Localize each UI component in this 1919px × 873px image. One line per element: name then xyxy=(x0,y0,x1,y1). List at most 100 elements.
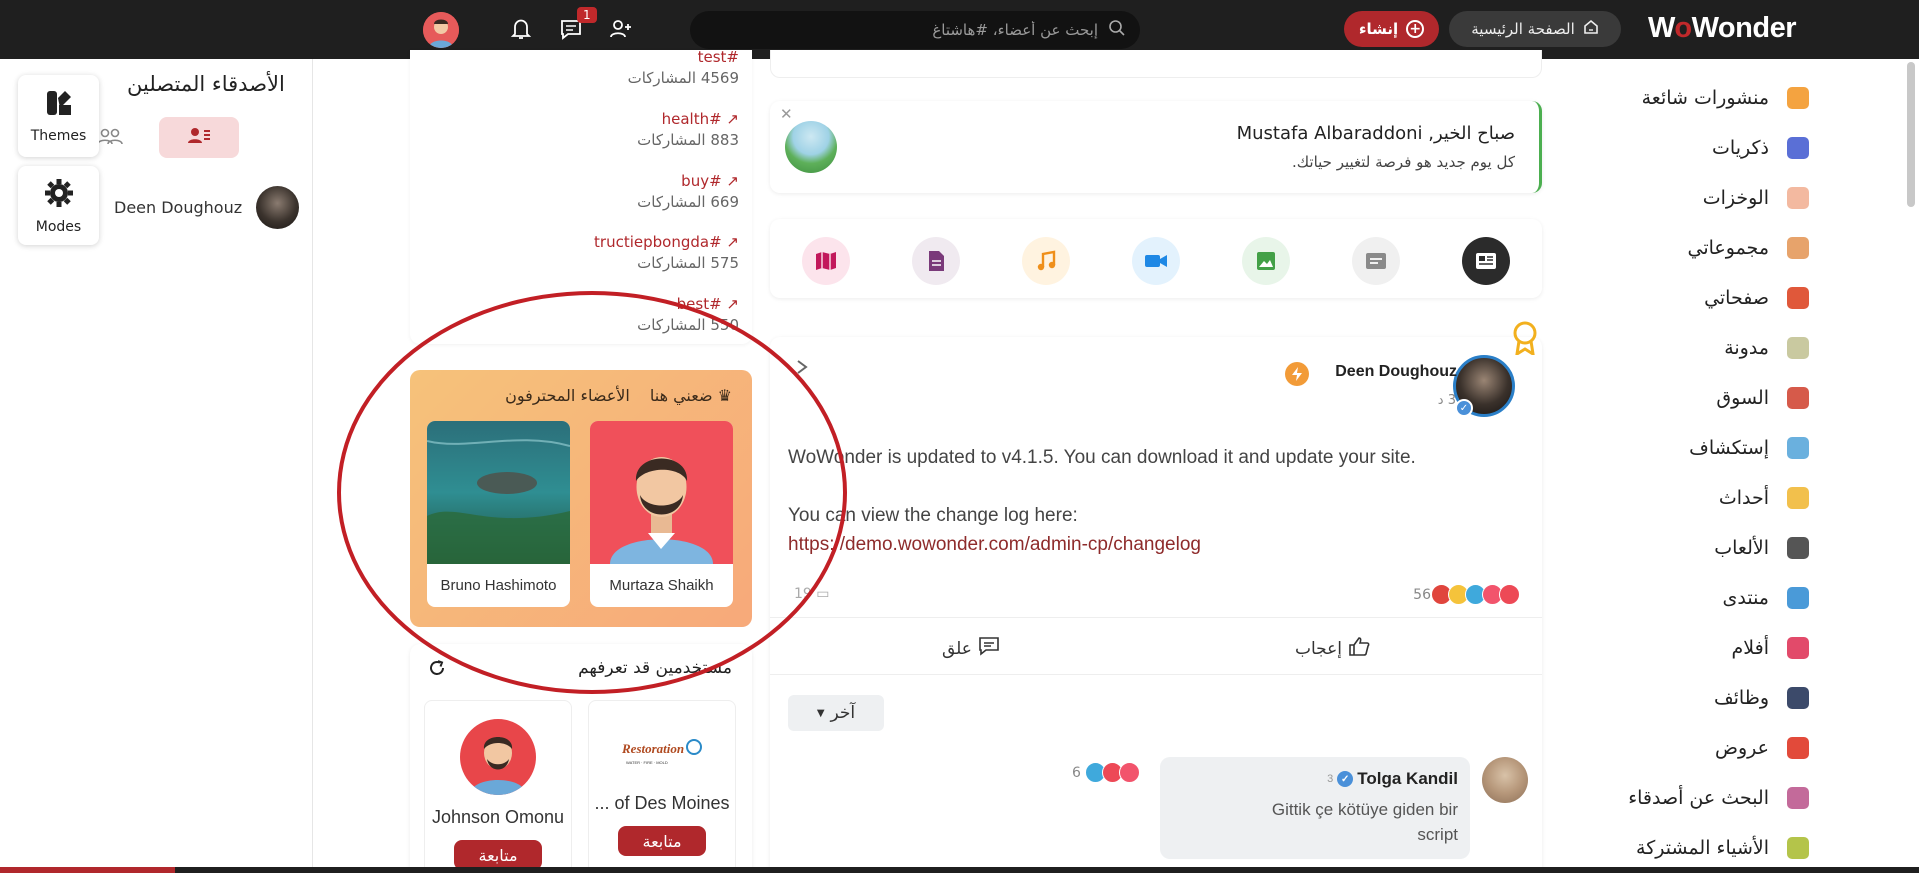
trend-item[interactable]: ↗ #tructiepbongda 575 المشاركات xyxy=(594,233,739,272)
map-icon[interactable] xyxy=(802,237,850,285)
sidebar-item[interactable]: منتدى xyxy=(1723,583,1809,613)
pro-member[interactable]: Murtaza Shaikh xyxy=(590,421,733,607)
sidebar-item[interactable]: السوق xyxy=(1716,383,1809,413)
sidebar-item[interactable]: منشورات شائعة xyxy=(1642,83,1809,113)
user-avatar[interactable] xyxy=(423,12,459,48)
reactions-count: 56 xyxy=(1413,586,1431,603)
memories-icon xyxy=(1787,137,1809,159)
suggested-user-photo xyxy=(460,719,536,795)
other-dropdown[interactable]: آخر ▼ xyxy=(788,695,884,731)
friend-avatar xyxy=(256,186,300,229)
post-author-name[interactable]: Deen Doughouz xyxy=(1335,363,1457,381)
sidebar-item[interactable]: الأشياء المشتركة xyxy=(1636,833,1809,863)
suggested-user[interactable]: Restoration WATER · FIRE · MOLD ... of De… xyxy=(588,700,736,873)
trend-item[interactable]: #test 4569 المشاركات xyxy=(628,48,739,87)
text-post-icon[interactable] xyxy=(1352,237,1400,285)
pro-member[interactable]: Bruno Hashimoto xyxy=(427,421,570,607)
welcome-card: ✕ صباح الخير, Mustafa Albaraddoni كل يوم… xyxy=(770,101,1542,193)
site-logo[interactable]: WoWonder xyxy=(1648,12,1796,45)
hashtag-link[interactable]: ↗ #health xyxy=(637,110,739,128)
sidebar-item-label: الوخزات xyxy=(1702,187,1769,209)
sidebar-item-label: أفلام xyxy=(1731,637,1769,659)
comment-reactions[interactable]: 6 xyxy=(1072,762,1140,783)
poke-icon xyxy=(1787,187,1809,209)
follow-button[interactable]: متابعة xyxy=(454,840,542,870)
post-link[interactable]: https://demo.wowonder.com/admin-cp/chang… xyxy=(788,530,1416,559)
sidebar-item[interactable]: وظائف xyxy=(1714,683,1809,713)
post-line: WoWonder is updated to v4.1.5. You can d… xyxy=(788,447,1416,468)
sidebar-item-label: صفحاتي xyxy=(1704,287,1769,309)
sidebar-item[interactable]: مجموعاتي xyxy=(1688,233,1809,263)
tab-friends-list[interactable] xyxy=(159,117,239,158)
post-options-chevron[interactable] xyxy=(796,359,808,379)
sidebar-item-label: عروض xyxy=(1715,737,1769,759)
sidebar-item[interactable]: إستكشاف xyxy=(1689,433,1809,463)
love-reaction-icon xyxy=(1499,584,1520,605)
comment-author[interactable]: 3 ✓ Tolga Kandil xyxy=(1327,769,1458,789)
video-icon[interactable] xyxy=(1132,237,1180,285)
trend-icon: ↗ xyxy=(721,295,739,313)
sidebar-item[interactable]: الوخزات xyxy=(1703,183,1809,213)
search-bar[interactable] xyxy=(690,11,1140,49)
pro-bolt-icon xyxy=(1285,362,1309,386)
flag-icon xyxy=(1787,287,1809,309)
post-stats: 19 ▭ 56 xyxy=(788,584,1526,606)
file-icon[interactable] xyxy=(912,237,960,285)
comment-button[interactable]: علق xyxy=(942,636,1000,661)
sidebar-item-label: أحداث xyxy=(1718,487,1769,509)
post-line: You can view the change log here: xyxy=(788,505,1078,526)
refresh-icon[interactable] xyxy=(428,659,446,681)
trend-item[interactable]: ↗ #best 550 المشاركات xyxy=(637,295,739,334)
sidebar-item[interactable]: مدونة xyxy=(1724,333,1809,363)
hashtag-link[interactable]: ↗ #best xyxy=(637,295,739,313)
column-divider xyxy=(312,59,313,873)
sidebar-item[interactable]: عروض xyxy=(1715,733,1809,763)
comment-reactions-count: 6 xyxy=(1072,764,1081,781)
modes-button[interactable]: Modes xyxy=(18,166,99,245)
pro-link[interactable]: ♛ ضعني هنا xyxy=(650,386,732,405)
like-button[interactable]: إعجاب xyxy=(1295,636,1370,661)
sidebar-item[interactable]: ذكريات xyxy=(1712,133,1809,163)
home-button[interactable]: الصفحة الرئيسية xyxy=(1449,11,1621,47)
sidebar-item[interactable]: أحداث xyxy=(1719,483,1809,513)
online-friend-item[interactable]: Deen Doughouz xyxy=(114,186,300,229)
welcome-illustration xyxy=(785,121,837,173)
sidebar-item[interactable]: البحث عن أصدقاء xyxy=(1628,783,1809,813)
themes-button[interactable]: Themes xyxy=(18,75,99,157)
follow-button[interactable]: متابعة xyxy=(618,826,706,856)
reactions-summary[interactable]: 56 xyxy=(1413,584,1520,605)
music-icon[interactable] xyxy=(1022,237,1070,285)
hashtag-link[interactable]: ↗ #tructiepbongda xyxy=(594,233,739,251)
post-time[interactable]: 3 د xyxy=(1438,393,1456,408)
blog-icon xyxy=(1787,337,1809,359)
comment-author-avatar[interactable] xyxy=(1482,757,1528,803)
comments-count[interactable]: 19 ▭ xyxy=(794,586,830,602)
hashtag-link[interactable]: ↗ #buy xyxy=(637,172,739,190)
explore-icon xyxy=(1787,437,1809,459)
page-scrollbar[interactable] xyxy=(1907,62,1915,207)
verified-icon: ✓ xyxy=(1337,771,1354,787)
tab-groups[interactable] xyxy=(95,125,125,151)
add-friend-icon[interactable] xyxy=(607,15,635,43)
friend-name: Deen Doughouz xyxy=(114,198,243,217)
sidebar-item[interactable]: الألعاب xyxy=(1714,533,1809,563)
hashtag-link[interactable]: #test xyxy=(628,48,739,66)
sidebar-item[interactable]: أفلام xyxy=(1732,633,1809,663)
welcome-title: صباح الخير, Mustafa Albaraddoni xyxy=(1236,123,1515,144)
trend-icon: ↗ xyxy=(721,233,739,251)
home-label: الصفحة الرئيسية xyxy=(1471,20,1575,38)
bell-icon[interactable] xyxy=(507,15,535,43)
trend-count: 4569 المشاركات xyxy=(627,69,739,87)
trend-item[interactable]: ↗ #health 883 المشاركات xyxy=(637,110,739,149)
sidebar-item-label: الألعاب xyxy=(1714,537,1769,559)
create-label: إنشاء xyxy=(1358,20,1399,38)
article-icon[interactable] xyxy=(1462,237,1510,285)
trend-item[interactable]: ↗ #buy 669 المشاركات xyxy=(637,172,739,211)
search-input[interactable] xyxy=(718,21,1098,39)
create-button[interactable]: + إنشاء xyxy=(1344,11,1439,47)
close-icon[interactable]: ✕ xyxy=(780,105,793,123)
sidebar-item[interactable]: صفحاتي xyxy=(1704,283,1809,313)
suggested-user[interactable]: Johnson Omonu متابعة xyxy=(424,700,572,873)
image-icon[interactable] xyxy=(1242,237,1290,285)
wow-reaction-icon xyxy=(1118,762,1140,783)
